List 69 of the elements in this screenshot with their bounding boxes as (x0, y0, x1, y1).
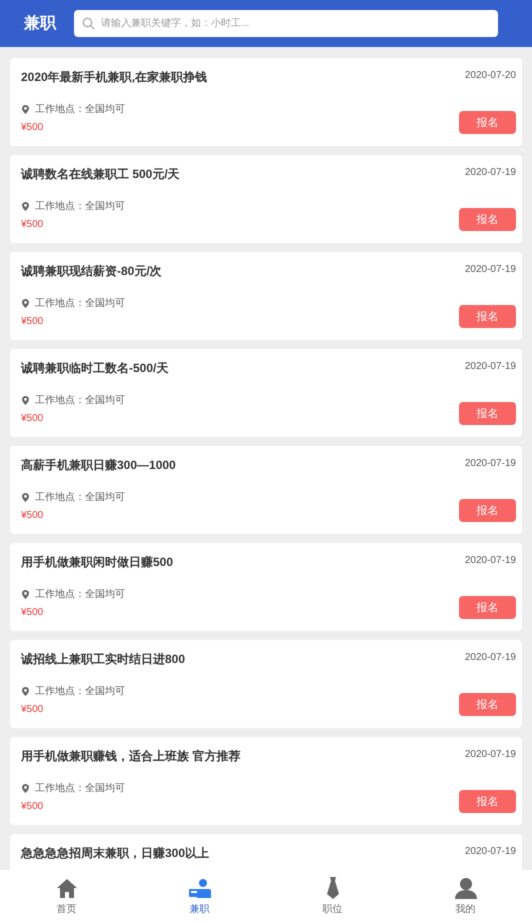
location-pin-icon (22, 104, 29, 114)
job-date: 2020-07-19 (464, 361, 516, 372)
apply-button[interactable]: 报名 (459, 402, 516, 425)
location-pin-icon (22, 202, 29, 210)
job-date: 2020-07-19 (464, 652, 516, 663)
job-title: 高薪手机兼职日赚300—1000 (21, 457, 176, 474)
apply-button[interactable]: 报名 (459, 305, 516, 328)
job-location: 工作地点：全国均可 (35, 296, 125, 310)
job-pay: ¥500 (21, 122, 44, 133)
job-location: 工作地点：全国均可 (35, 684, 125, 698)
job-date: 2020-07-19 (464, 167, 516, 178)
job-location: 工作地点：全国均可 (35, 588, 125, 601)
job-title: 诚聘兼职临时工数名-500/天 (21, 360, 168, 377)
job-date: 2020-07-19 (464, 264, 516, 275)
job-pay: ¥500 (21, 413, 44, 424)
location-pin-icon (22, 492, 29, 502)
job-card[interactable]: 急急急急招周末兼职，日赚300以上 2020-07-19 (10, 834, 522, 870)
location-pin-icon (22, 298, 29, 308)
search-icon (82, 17, 95, 30)
job-title: 用手机做兼职闲时做日赚500 (21, 554, 174, 571)
apply-button[interactable]: 报名 (459, 111, 516, 134)
person-card-icon (188, 878, 210, 898)
location-pin-icon (22, 396, 29, 404)
apply-button[interactable]: 报名 (459, 208, 516, 231)
location-pin-icon (22, 590, 29, 598)
job-date: 2020-07-19 (464, 749, 516, 760)
tab-item[interactable]: 兼职 (133, 870, 266, 923)
job-date: 2020-07-19 (464, 458, 516, 469)
job-pay: ¥500 (21, 219, 44, 230)
job-title: 诚聘兼职现结薪资-80元/次 (21, 263, 162, 280)
job-date: 2020-07-19 (464, 555, 516, 566)
tab-item[interactable]: 首页 (0, 870, 133, 923)
job-title: 用手机做兼职赚钱，适合上班族 官方推荐 (21, 748, 240, 765)
tab-item[interactable]: 职位 (266, 870, 399, 923)
job-location: 工作地点：全国均可 (35, 200, 125, 213)
job-location: 工作地点：全国均可 (35, 782, 125, 795)
tab-item[interactable]: 我的 (399, 870, 532, 923)
job-pay: ¥500 (21, 704, 44, 715)
location-pin-icon (22, 686, 29, 696)
job-card[interactable]: 用手机做兼职赚钱，适合上班族 官方推荐 2020-07-19 工作地点：全国均可 ¥500 报名 (10, 737, 522, 825)
apply-button[interactable]: 报名 (459, 790, 516, 813)
page-title: 兼职 (24, 14, 56, 34)
apply-button[interactable]: 报名 (459, 693, 516, 716)
apply-button[interactable]: 报名 (459, 499, 516, 522)
home-icon (56, 878, 78, 898)
job-title: 诚招线上兼职工实时结日进800 (21, 651, 186, 668)
apply-button[interactable]: 报名 (459, 596, 516, 619)
job-card[interactable]: 2020年最新手机兼职,在家兼职挣钱 2020-07-20 工作地点：全国均可 ¥500 报名 (10, 58, 522, 146)
job-title: 2020年最新手机兼职,在家兼职挣钱 (21, 69, 208, 86)
job-pay: ¥500 (21, 801, 44, 812)
job-card[interactable]: 高薪手机兼职日赚300—1000 2020-07-19 工作地点：全国均可 ¥500 报名 (10, 446, 522, 534)
job-card[interactable]: 诚聘数名在线兼职工 500元/天 2020-07-19 工作地点：全国均可 ¥500 报名 (10, 155, 522, 243)
location-pin-icon (22, 784, 29, 792)
job-location: 工作地点：全国均可 (35, 394, 125, 407)
job-title: 诚聘数名在线兼职工 500元/天 (21, 166, 180, 183)
job-date: 2020-07-20 (464, 70, 516, 81)
job-location: 工作地点：全国均可 (35, 490, 125, 504)
job-card[interactable]: 诚聘兼职临时工数名-500/天 2020-07-19 工作地点：全国均可 ¥500 报名 (10, 349, 522, 437)
tie-icon (326, 877, 340, 899)
job-pay: ¥500 (21, 607, 44, 618)
job-location: 工作地点：全国均可 (35, 102, 125, 116)
job-pay: ¥500 (21, 510, 44, 521)
job-pay: ¥500 (21, 316, 44, 327)
job-card[interactable]: 诚聘兼职现结薪资-80元/次 2020-07-19 工作地点：全国均可 ¥500 报名 (10, 252, 522, 340)
user-icon (454, 877, 476, 899)
job-card[interactable]: 用手机做兼职闲时做日赚500 2020-07-19 工作地点：全国均可 ¥500 报名 (10, 543, 522, 631)
job-title: 急急急急招周末兼职，日赚300以上 (21, 845, 210, 862)
job-date: 2020-07-19 (464, 846, 516, 857)
job-card[interactable]: 诚招线上兼职工实时结日进800 2020-07-19 工作地点：全国均可 ¥500 报名 (10, 640, 522, 728)
